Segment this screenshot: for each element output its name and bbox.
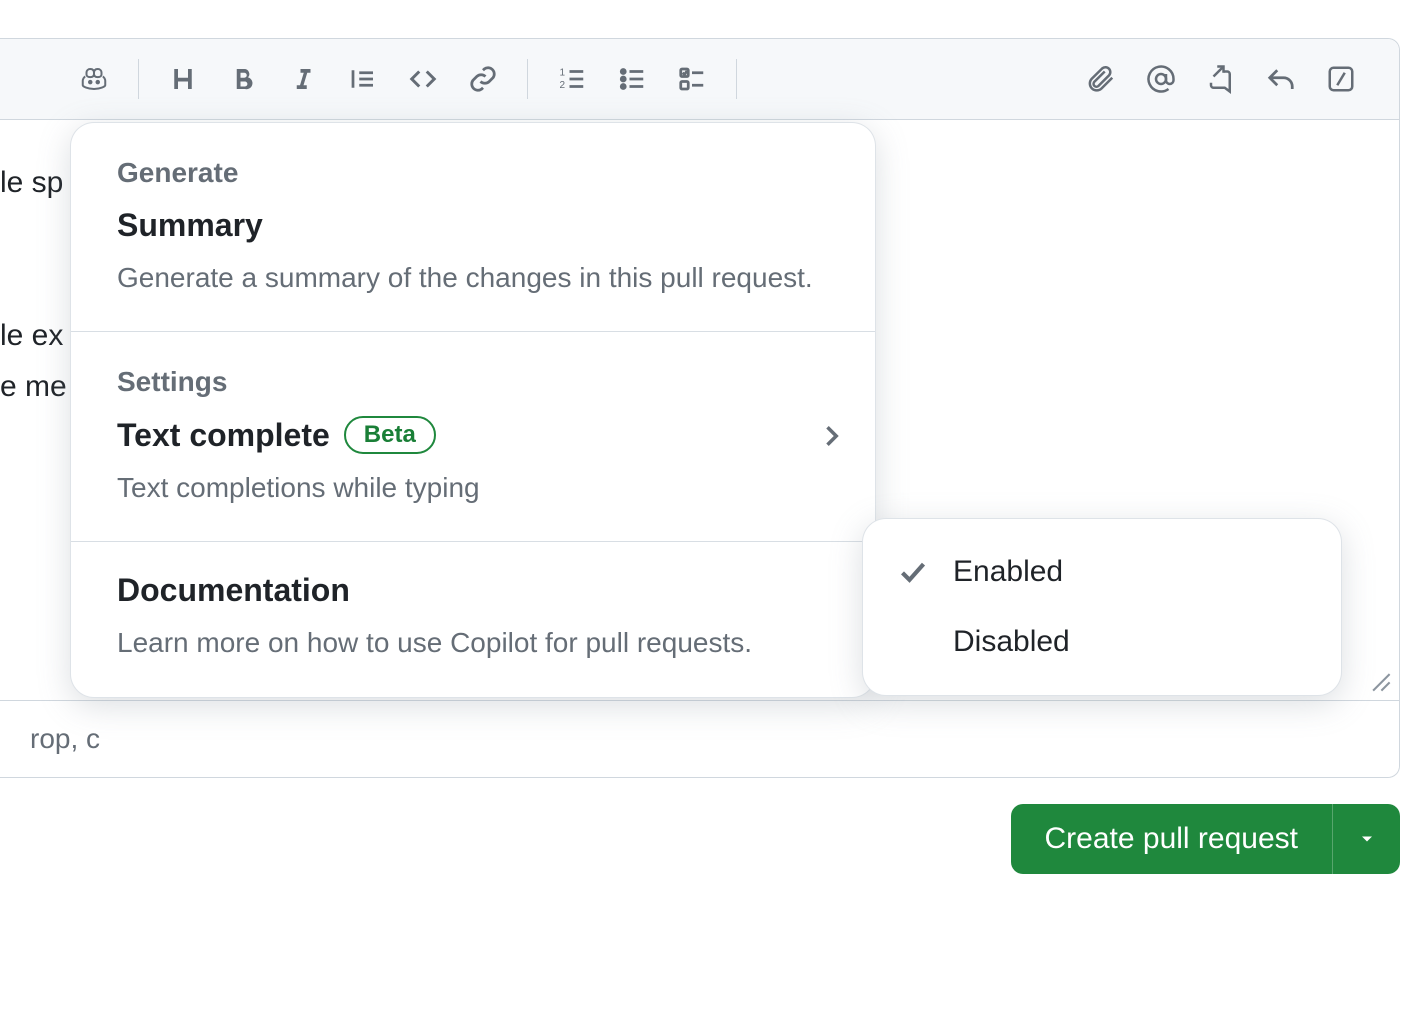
beta-badge: Beta xyxy=(344,416,436,454)
bullet-list-icon[interactable] xyxy=(604,51,660,107)
menu-item-desc: Learn more on how to use Copilot for pul… xyxy=(117,623,829,662)
menu-header-generate: Generate xyxy=(71,123,875,199)
menu-item-title: Text complete Beta xyxy=(117,416,829,454)
menu-item-title: Documentation xyxy=(117,572,829,609)
check-icon xyxy=(899,558,953,586)
menu-item-desc: Generate a summary of the changes in thi… xyxy=(117,258,829,297)
underlying-text: le sp le ex e me xyxy=(0,160,67,409)
mention-icon[interactable] xyxy=(1133,51,1189,107)
bold-icon[interactable] xyxy=(215,51,271,107)
menu-item-desc: Text completions while typing xyxy=(117,468,829,507)
quote-icon[interactable] xyxy=(335,51,391,107)
footer-hint-text: rop, c xyxy=(30,723,100,754)
toolbar-separator xyxy=(736,59,737,99)
svg-text:1: 1 xyxy=(560,67,566,78)
menu-item-summary[interactable]: Summary Generate a summary of the change… xyxy=(71,199,875,331)
menu-item-documentation[interactable]: Documentation Learn more on how to use C… xyxy=(71,542,875,696)
italic-icon[interactable] xyxy=(275,51,331,107)
copilot-icon[interactable] xyxy=(66,51,122,107)
task-list-icon[interactable] xyxy=(664,51,720,107)
link-icon[interactable] xyxy=(455,51,511,107)
heading-icon[interactable] xyxy=(155,51,211,107)
cross-reference-icon[interactable] xyxy=(1193,51,1249,107)
chevron-right-icon xyxy=(817,422,845,455)
create-pull-request-button[interactable]: Create pull request xyxy=(1011,804,1332,874)
slash-commands-icon[interactable] xyxy=(1313,51,1369,107)
numbered-list-icon[interactable]: 12 xyxy=(544,51,600,107)
submenu-option-disabled[interactable]: Disabled xyxy=(863,607,1341,677)
resize-handle-icon[interactable] xyxy=(1369,670,1391,692)
editor-footer-hint[interactable]: rop, c xyxy=(0,700,1399,777)
toolbar-separator xyxy=(138,59,139,99)
menu-item-text-complete[interactable]: Text complete Beta Text completions whil… xyxy=(71,408,875,541)
attach-icon[interactable] xyxy=(1073,51,1129,107)
editor-toolbar: 12 xyxy=(0,39,1399,120)
code-icon[interactable] xyxy=(395,51,451,107)
create-pull-request-menu-button[interactable] xyxy=(1332,804,1400,874)
text-complete-submenu: Enabled Disabled xyxy=(862,518,1342,696)
svg-text:2: 2 xyxy=(560,80,566,91)
menu-header-settings: Settings xyxy=(71,332,875,408)
menu-item-title: Summary xyxy=(117,207,829,244)
reply-icon[interactable] xyxy=(1253,51,1309,107)
form-actions: Create pull request xyxy=(0,804,1400,874)
copilot-menu: Generate Summary Generate a summary of t… xyxy=(70,122,876,698)
submenu-option-enabled[interactable]: Enabled xyxy=(863,537,1341,607)
toolbar-separator xyxy=(527,59,528,99)
